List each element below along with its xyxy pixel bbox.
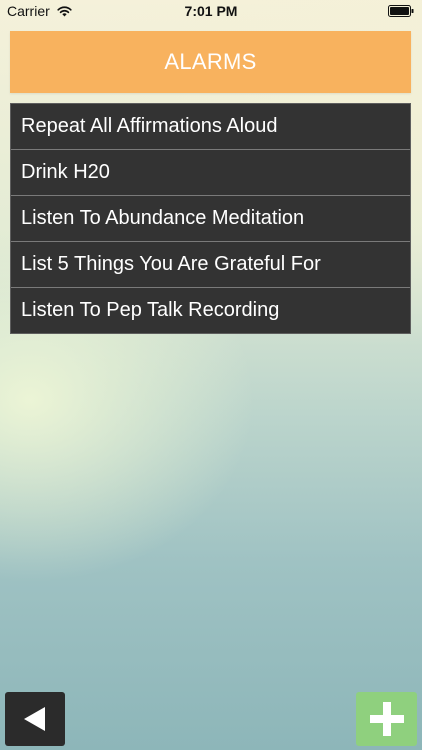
battery-icon (388, 5, 414, 17)
alarm-list: Repeat All Affirmations Aloud Drink H20 … (10, 103, 411, 334)
alarm-item[interactable]: Drink H20 (11, 149, 410, 195)
alarm-item[interactable]: Repeat All Affirmations Aloud (11, 104, 410, 149)
left-triangle-icon (24, 707, 45, 731)
back-button[interactable] (5, 692, 65, 746)
add-alarm-button[interactable] (356, 692, 417, 746)
alarm-item[interactable]: List 5 Things You Are Grateful For (11, 241, 410, 287)
page-title: ALARMS (164, 49, 257, 74)
status-bar: Carrier 7:01 PM (0, 0, 422, 22)
plus-icon (369, 702, 404, 736)
alarm-item[interactable]: Listen To Abundance Meditation (11, 195, 410, 241)
alarm-item[interactable]: Listen To Pep Talk Recording (11, 287, 410, 333)
status-time: 7:01 PM (184, 3, 238, 19)
header-banner: ALARMS (10, 31, 411, 93)
